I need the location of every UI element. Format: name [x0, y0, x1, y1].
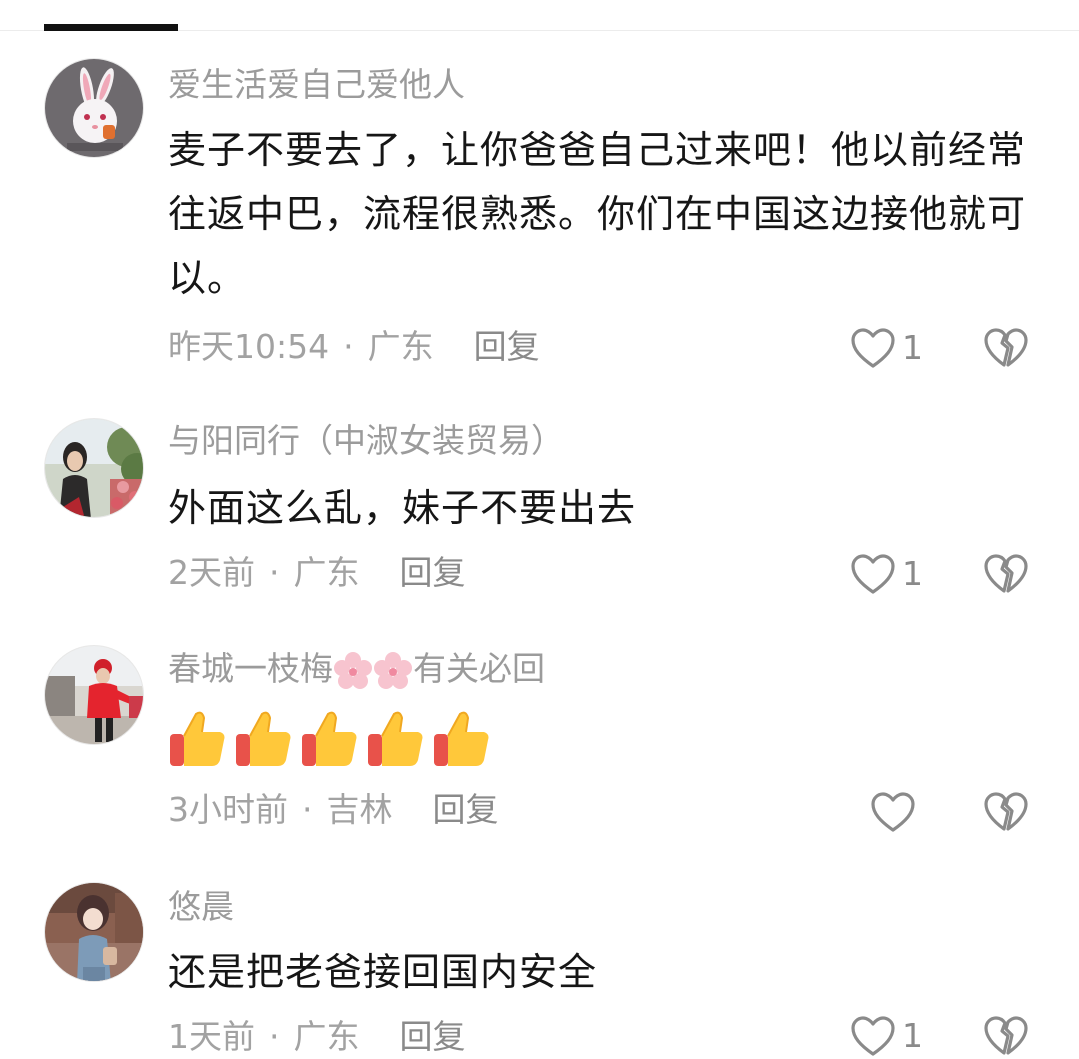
dislike-button[interactable] [983, 325, 1029, 371]
broken-heart-icon [984, 554, 1028, 593]
meta-separator: · [343, 327, 354, 366]
comment-meta: 3小时前 · 吉林 回复 [168, 789, 499, 831]
thumbs-up-icon [302, 711, 357, 766]
thumbs-up-icon [170, 711, 225, 766]
comment-location: 广东 [293, 553, 360, 592]
comment-content: 还是把老爸接回国内安全 [168, 950, 598, 994]
username-prefix: 春城一枝梅 [168, 649, 333, 688]
broken-heart-icon [984, 792, 1028, 831]
comment-meta: 昨天10:54 · 广东 回复 [168, 326, 540, 368]
comment-location: 广东 [293, 1017, 360, 1056]
heart-icon [851, 328, 895, 368]
like-count: 1 [902, 554, 923, 593]
comments-page: 爱生活爱自己爱他人 麦子不要去了，让你爸爸自己过来吧！他以前经常往返中巴，流程很… [0, 0, 1079, 1059]
comment-username[interactable]: 悠晨 [168, 886, 234, 928]
broken-heart-icon [984, 328, 1028, 367]
cherry-blossom-icon [334, 651, 372, 689]
comment-location: 广东 [367, 327, 434, 366]
reply-button[interactable]: 回复 [400, 1017, 466, 1056]
meta-separator: · [269, 553, 280, 592]
like-count: 1 [902, 328, 923, 367]
like-count: 1 [902, 1016, 923, 1055]
comment-meta: 2天前 · 广东 回复 [168, 552, 466, 594]
like-button[interactable]: 1 [850, 325, 923, 371]
cherry-blossom-icon [374, 651, 412, 689]
dislike-button[interactable] [983, 789, 1029, 835]
comment-time: 1天前 [168, 1017, 255, 1056]
thumbs-up-icon [236, 711, 291, 766]
comment-meta: 1天前 · 广东 回复 [168, 1016, 466, 1058]
reply-button[interactable]: 回复 [474, 327, 540, 366]
like-button[interactable] [870, 789, 916, 835]
comment-username[interactable]: 与阳同行（中淑女装贸易） [168, 420, 564, 462]
like-button[interactable]: 1 [850, 1013, 923, 1059]
comment-content: 麦子不要去了，让你爸爸自己过来吧！他以前经常往返中巴，流程很熟悉。你们在中国这边… [168, 128, 1027, 300]
reply-button[interactable]: 回复 [400, 553, 466, 592]
heart-icon [851, 554, 895, 594]
comment-username[interactable]: 春城一枝梅 有关必回 [168, 648, 545, 691]
comment-time: 2天前 [168, 553, 255, 592]
thumbs-up-icon [368, 711, 423, 766]
woman-red-coat-avatar[interactable] [44, 645, 144, 745]
active-tab-indicator [44, 24, 178, 31]
broken-heart-icon [984, 1016, 1028, 1055]
anime-girl-avatar[interactable] [44, 882, 144, 982]
comment-time: 昨天10:54 [168, 327, 330, 366]
comment-time: 3小时前 [168, 790, 288, 829]
comment-location: 吉林 [326, 790, 393, 829]
meta-separator: · [302, 790, 313, 829]
comment-content [168, 708, 1038, 770]
username-suffix: 有关必回 [413, 649, 545, 688]
rabbit-avatar[interactable] [44, 58, 144, 158]
heart-icon [871, 792, 915, 832]
comment-username[interactable]: 爱生活爱自己爱他人 [168, 64, 465, 106]
reply-button[interactable]: 回复 [433, 790, 499, 829]
dislike-button[interactable] [983, 1013, 1029, 1059]
comment-content: 外面这么乱，妹子不要出去 [168, 486, 637, 530]
thumbs-up-icon [434, 711, 489, 766]
like-button[interactable]: 1 [850, 551, 923, 597]
meta-separator: · [269, 1017, 280, 1056]
heart-icon [851, 1016, 895, 1056]
dislike-button[interactable] [983, 551, 1029, 597]
woman-outdoor-avatar[interactable] [44, 418, 144, 518]
